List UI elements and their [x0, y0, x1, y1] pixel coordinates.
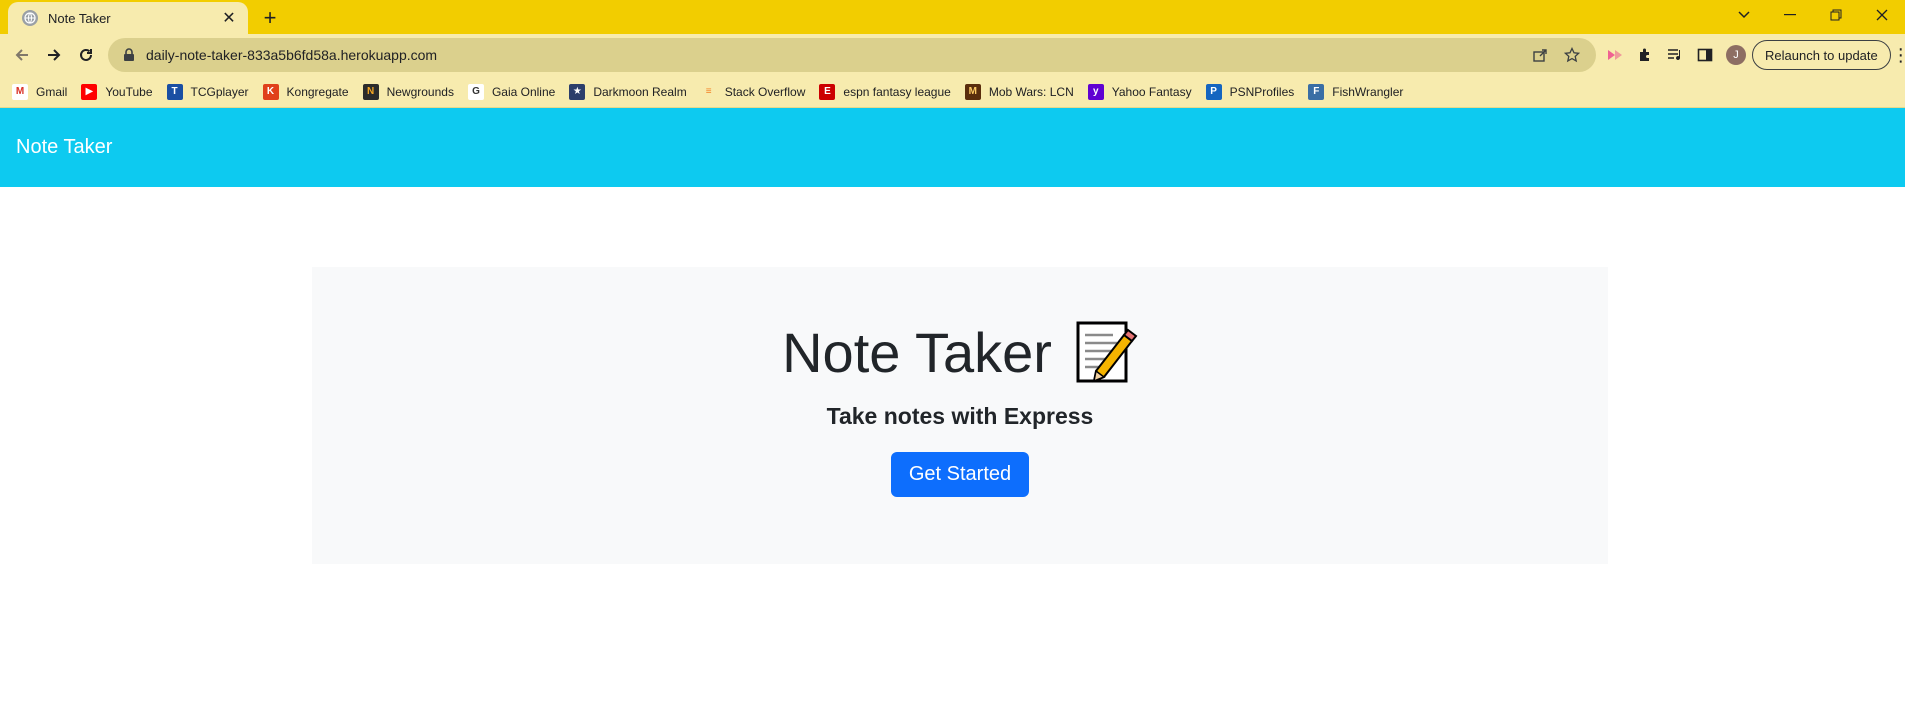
bookmark-star-icon[interactable] [1562, 45, 1582, 65]
bookmark-item[interactable]: T TCGplayer [166, 83, 249, 100]
bookmark-label: Gmail [36, 84, 68, 99]
bookmark-item[interactable]: y Yahoo Fantasy [1087, 83, 1192, 100]
bookmark-item[interactable]: ▶ YouTube [81, 83, 153, 100]
bookmark-label: Kongregate [286, 84, 349, 99]
forward-icon[interactable] [38, 39, 70, 71]
bookmark-item[interactable]: N Newgrounds [362, 83, 454, 100]
minimize-icon[interactable] [1767, 0, 1813, 30]
bookmark-item[interactable]: M Mob Wars: LCN [964, 83, 1074, 100]
app-navbar: Note Taker [0, 108, 1905, 187]
lock-icon[interactable] [122, 48, 136, 62]
side-panel-icon[interactable] [1690, 40, 1720, 70]
bookmark-item[interactable]: ≡ Stack Overflow [700, 83, 806, 100]
bookmark-label: Newgrounds [386, 84, 454, 99]
mob-wars-icon: M [964, 83, 981, 100]
bookmark-label: Mob Wars: LCN [988, 84, 1074, 99]
window-controls [1721, 0, 1905, 30]
address-bar[interactable]: daily-note-taker-833a5b6fd58a.herokuapp.… [108, 38, 1596, 72]
navbar-brand[interactable]: Note Taker [16, 136, 112, 159]
kongregate-icon: K [262, 83, 279, 100]
close-window-icon[interactable] [1859, 0, 1905, 30]
tab-strip: Note Taker ✕ + [0, 0, 1905, 34]
more-menu-icon[interactable]: ⋮ [1891, 45, 1905, 66]
hero-section: Note Taker Take notes with Express Get S… [312, 267, 1608, 564]
tcgplayer-icon: T [166, 83, 183, 100]
browser-tab[interactable]: Note Taker ✕ [8, 2, 248, 34]
psnprofiles-icon: P [1205, 83, 1222, 100]
youtube-icon: ▶ [81, 83, 98, 100]
tab-close-icon[interactable]: ✕ [220, 8, 238, 28]
bookmark-label: TCGplayer [190, 84, 249, 99]
back-icon[interactable] [6, 39, 38, 71]
extensions-puzzle-icon[interactable] [1630, 40, 1660, 70]
hero-subtitle: Take notes with Express [826, 403, 1094, 429]
bookmark-label: Stack Overflow [724, 84, 806, 99]
tab-search-icon[interactable] [1721, 0, 1767, 30]
bookmark-item[interactable]: G Gaia Online [467, 83, 556, 100]
bookmark-item[interactable]: P PSNProfiles [1205, 83, 1295, 100]
globe-icon [22, 10, 38, 26]
profile-avatar[interactable]: J [1726, 45, 1746, 65]
darkmoon-realm-icon: ★ [569, 83, 586, 100]
gmail-icon: M [12, 83, 28, 100]
hero-title-row: Note Taker [782, 319, 1138, 385]
bookmark-item[interactable]: M Gmail [12, 83, 68, 100]
bookmark-item[interactable]: ★ Darkmoon Realm [569, 83, 687, 100]
bookmark-label: PSNProfiles [1229, 84, 1295, 99]
bookmark-item[interactable]: Eespn fantasy league [819, 83, 951, 100]
hero-title: Note Taker [782, 320, 1052, 384]
gaia-online-icon: G [467, 83, 484, 100]
stack-overflow-icon: ≡ [700, 83, 717, 100]
bookmark-item[interactable]: F FishWrangler [1308, 83, 1404, 100]
bookmarks-bar: M Gmail ▶ YouTube T TCGplayer K Kongregate N Newg… [0, 76, 1905, 108]
yahoo-fantasy-icon: y [1087, 83, 1104, 100]
restore-icon[interactable] [1813, 0, 1859, 30]
new-tab-button[interactable]: + [256, 4, 284, 32]
bookmark-label: YouTube [105, 84, 153, 99]
get-started-button[interactable]: Get Started [890, 452, 1030, 497]
toolbar-right: J Relaunch to update ⋮ [1600, 39, 1905, 71]
bookmark-label: Darkmoon Realm [593, 84, 687, 99]
relaunch-button[interactable]: Relaunch to update [1752, 40, 1891, 70]
bookmark-label: Gaia Online [491, 84, 556, 99]
memo-icon [1076, 321, 1138, 383]
espn-icon: E [819, 83, 836, 100]
bookmark-label: FishWrangler [1332, 84, 1404, 99]
media-control-icon[interactable] [1660, 40, 1690, 70]
extension-icon[interactable] [1600, 40, 1630, 70]
browser-toolbar: daily-note-taker-833a5b6fd58a.herokuapp.… [0, 34, 1905, 76]
newgrounds-icon: N [362, 83, 379, 100]
reload-icon[interactable] [70, 39, 102, 71]
bookmark-item[interactable]: K Kongregate [262, 83, 349, 100]
tab-title: Note Taker [48, 10, 111, 26]
url-text[interactable]: daily-note-taker-833a5b6fd58a.herokuapp.… [146, 47, 1518, 63]
fishwrangler-icon: F [1308, 83, 1325, 100]
bookmark-label: Yahoo Fantasy [1111, 84, 1192, 99]
bookmark-label: espn fantasy league [843, 84, 951, 99]
share-icon[interactable] [1530, 45, 1550, 65]
